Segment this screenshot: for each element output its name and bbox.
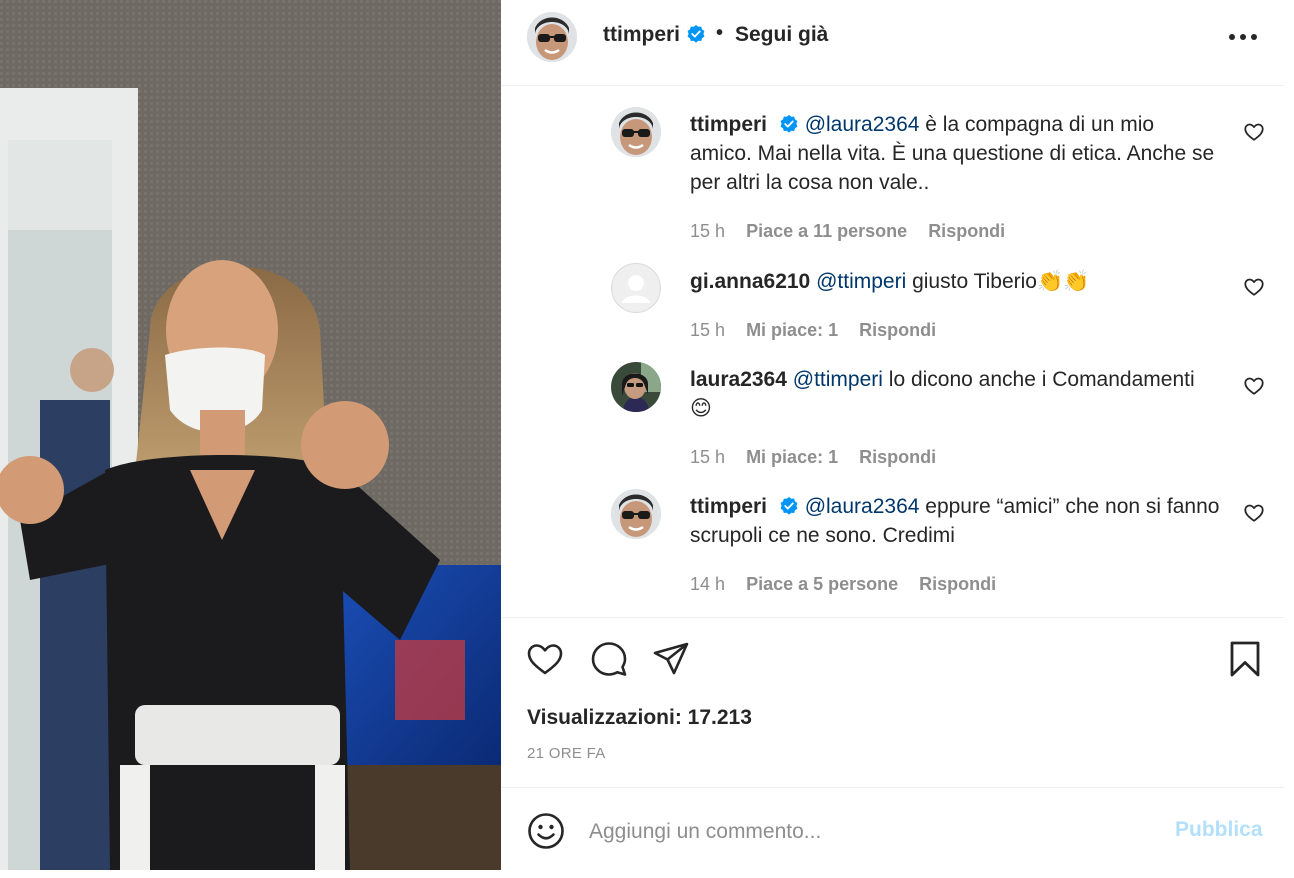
more-horizontal-icon[interactable]	[1223, 24, 1263, 50]
comment-heart-icon[interactable]	[1243, 375, 1265, 397]
verified-badge-icon	[780, 497, 798, 515]
author-username-text: ttimperi	[603, 23, 681, 46]
avatar-image	[611, 489, 661, 539]
comment-avatar[interactable]	[611, 107, 661, 157]
comment-time[interactable]: 15 h	[690, 221, 725, 241]
comment-likes[interactable]: Piace a 11 persone	[746, 221, 907, 241]
comment-username[interactable]: ttimperi	[690, 495, 767, 518]
comment-avatar[interactable]	[611, 263, 661, 313]
follow-button[interactable]: Segui già	[735, 23, 828, 47]
comments-list[interactable]: ttimperi @laura2364 è la compagna di un …	[501, 87, 1284, 617]
comment-time[interactable]: 15 h	[690, 320, 725, 340]
comment-text: gi.anna6210 @ttimperi giusto Tiberio👏👏	[690, 267, 1220, 296]
comment-icon[interactable]	[590, 640, 628, 678]
comment-message: giusto Tiberio👏👏	[906, 270, 1090, 293]
reply-button[interactable]: Rispondi	[859, 320, 936, 340]
reply-button[interactable]: Rispondi	[928, 221, 1005, 241]
comment-mention[interactable]: @laura2364	[805, 113, 920, 136]
comment-meta: 15 h Piace a 11 persone Rispondi	[690, 221, 1005, 242]
avatar-image	[611, 107, 661, 157]
comment-message: è la compagna di un mio amico. Mai nella…	[690, 113, 1215, 194]
comment-username[interactable]: laura2364	[690, 368, 787, 391]
comment-time[interactable]: 14 h	[690, 574, 725, 594]
comment-likes[interactable]: Piace a 5 persone	[746, 574, 898, 594]
comment-input[interactable]	[589, 814, 1149, 850]
reply-button[interactable]: Rispondi	[919, 574, 996, 594]
comment-time[interactable]: 15 h	[690, 447, 725, 467]
comment-likes[interactable]: Mi piace: 1	[746, 320, 838, 340]
heart-icon[interactable]	[526, 640, 564, 678]
comment-heart-icon[interactable]	[1243, 502, 1265, 524]
avatar-image	[527, 12, 577, 62]
view-count[interactable]: Visualizzazioni: 17.213	[527, 706, 752, 730]
bookmark-icon[interactable]	[1226, 640, 1264, 678]
publish-button[interactable]: Pubblica	[1175, 818, 1263, 842]
comment-meta: 14 h Piace a 5 persone Rispondi	[690, 574, 996, 595]
verified-badge-icon	[687, 25, 705, 43]
post-video[interactable]	[0, 0, 501, 870]
avatar-image	[611, 362, 661, 412]
composer-divider	[501, 787, 1284, 788]
default-avatar-icon	[611, 263, 661, 313]
comment-meta: 15 h Mi piace: 1 Rispondi	[690, 447, 936, 468]
comment-heart-icon[interactable]	[1243, 276, 1265, 298]
verified-badge-icon	[780, 115, 798, 133]
comment-text: laura2364 @ttimperi lo dicono anche i Co…	[690, 365, 1220, 423]
author-username[interactable]: ttimperi	[603, 23, 706, 47]
reply-button[interactable]: Rispondi	[859, 447, 936, 467]
comment-message: eppure “amici” che non si fanno scrupoli…	[690, 495, 1220, 547]
comment-mention[interactable]: @ttimperi	[816, 270, 906, 293]
comment-likes[interactable]: Mi piace: 1	[746, 447, 838, 467]
post-sidebar: ttimperi • Segui già ttimperi @laura2364…	[501, 0, 1284, 870]
post-timestamp[interactable]: 21 ORE FA	[527, 745, 606, 762]
comment-avatar[interactable]	[611, 362, 661, 412]
window-bottom-edge	[0, 870, 1294, 878]
comment-text: ttimperi @laura2364 è la compagna di un …	[690, 110, 1220, 197]
post-header: ttimperi • Segui già	[501, 0, 1284, 86]
author-avatar[interactable]	[527, 12, 577, 62]
actions-divider	[501, 617, 1284, 618]
comment-text: ttimperi @laura2364 eppure “amici” che n…	[690, 492, 1220, 550]
window-edge	[1284, 0, 1294, 878]
comment-mention[interactable]: @laura2364	[805, 495, 920, 518]
header-separator: •	[716, 22, 724, 44]
comment-heart-icon[interactable]	[1243, 121, 1265, 143]
emoji-smile-icon[interactable]	[527, 812, 565, 850]
comment-meta: 15 h Mi piace: 1 Rispondi	[690, 320, 936, 341]
comment-username[interactable]: gi.anna6210	[690, 270, 810, 293]
comment-username[interactable]: ttimperi	[690, 113, 767, 136]
post-video-frame	[0, 0, 501, 870]
comment-avatar[interactable]	[611, 489, 661, 539]
comment-mention[interactable]: @ttimperi	[793, 368, 883, 391]
paper-plane-icon[interactable]	[652, 640, 690, 678]
